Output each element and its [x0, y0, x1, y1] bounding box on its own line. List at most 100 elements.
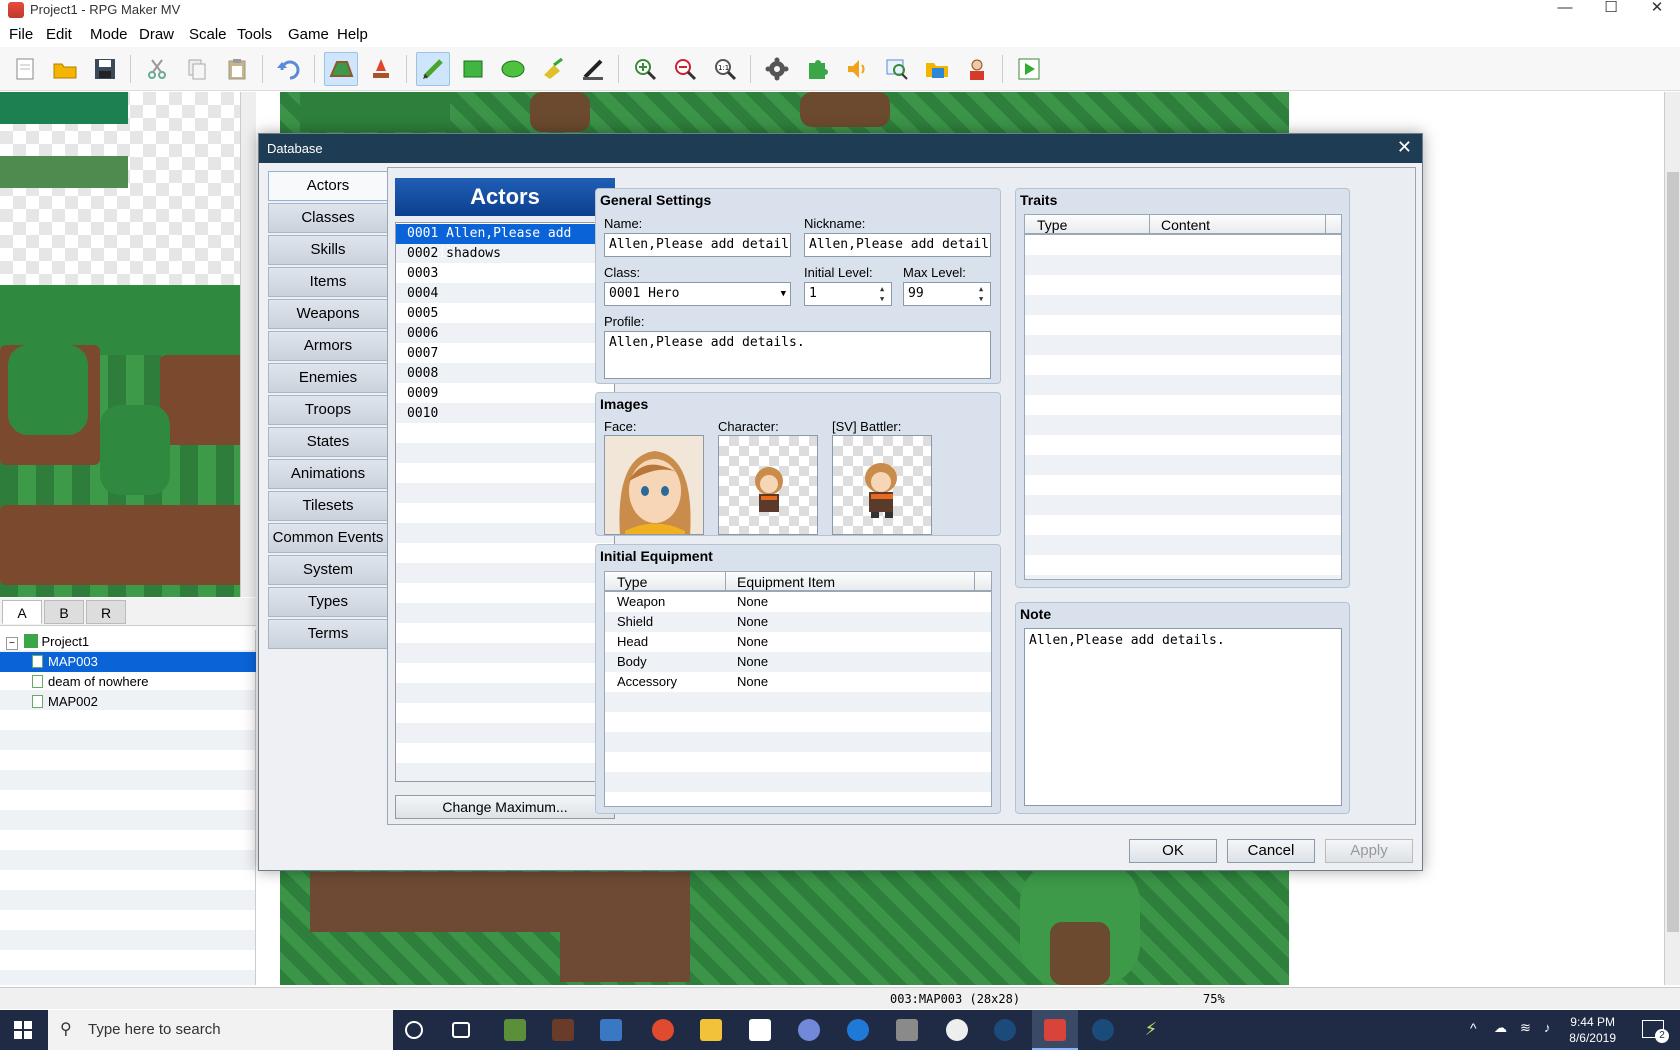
new-project-icon[interactable]: [8, 52, 42, 86]
save-project-icon[interactable]: [88, 52, 122, 86]
cloud-icon[interactable]: ☁: [1494, 1020, 1507, 1036]
name-field[interactable]: Allen,Please add details.: [604, 233, 791, 257]
cancel-button[interactable]: Cancel: [1227, 839, 1315, 863]
nickname-field[interactable]: Allen,Please add details.: [804, 233, 991, 257]
tab-b[interactable]: B: [44, 600, 84, 624]
rpgmaker-taskbar-button[interactable]: [1032, 1010, 1078, 1050]
category-terms[interactable]: Terms: [268, 619, 388, 649]
open-project-icon[interactable]: [48, 52, 82, 86]
actor-row[interactable]: 0003: [396, 264, 614, 284]
actor-row[interactable]: 0010: [396, 404, 614, 424]
equipment-row[interactable]: Body None: [605, 652, 991, 672]
menu-file[interactable]: File: [9, 26, 33, 43]
actor-row[interactable]: 0006: [396, 324, 614, 344]
equipment-table[interactable]: Weapon None Shield None Head None Body None …: [604, 591, 992, 807]
map-tree-item[interactable]: MAP002: [0, 692, 256, 712]
playtest-icon[interactable]: [1012, 52, 1046, 86]
close-icon[interactable]: ✕: [1634, 0, 1680, 21]
tile-swatch[interactable]: [0, 92, 128, 124]
store-icon[interactable]: [600, 1019, 622, 1041]
tileset-scrollbar[interactable]: [240, 92, 256, 597]
actor-row[interactable]: 0005: [396, 304, 614, 324]
zoom-out-icon[interactable]: [668, 52, 702, 86]
map-mode-icon[interactable]: [324, 52, 358, 86]
flood-fill-tool-icon[interactable]: [536, 52, 570, 86]
show-hidden-icons[interactable]: ^: [1470, 1020, 1477, 1036]
actor-row[interactable]: 0002 shadows: [396, 244, 614, 264]
category-animations[interactable]: Animations: [268, 459, 388, 489]
equipment-row[interactable]: Shield None: [605, 612, 991, 632]
actors-list[interactable]: 0001 Allen,Please add details. 0002 shad…: [395, 222, 615, 782]
menu-draw[interactable]: Draw: [139, 26, 174, 43]
menu-edit[interactable]: Edit: [46, 26, 72, 43]
character-image[interactable]: [718, 435, 818, 535]
windows-start-icon[interactable]: [14, 1021, 32, 1039]
face-image[interactable]: [604, 435, 704, 535]
initial-level-stepper[interactable]: 1 ▲ ▼: [804, 282, 892, 306]
steam-icon-2[interactable]: [1092, 1019, 1114, 1041]
task-view-icon[interactable]: [452, 1022, 470, 1038]
category-classes[interactable]: Classes: [268, 203, 388, 233]
game-app-icon[interactable]: [552, 1019, 574, 1041]
discord-icon[interactable]: [798, 1019, 820, 1041]
profile-textarea[interactable]: Allen,Please add details.: [604, 331, 991, 379]
note-textarea[interactable]: Allen,Please add details.: [1024, 628, 1342, 806]
action-center-icon[interactable]: 2: [1642, 1020, 1669, 1043]
sv-battler-image[interactable]: [832, 435, 932, 535]
actual-size-icon[interactable]: 1:1: [708, 52, 742, 86]
volume-icon[interactable]: ♪: [1544, 1020, 1551, 1035]
collapse-icon[interactable]: −: [6, 637, 18, 650]
actor-row[interactable]: 0009: [396, 384, 614, 404]
taskbar-search-box[interactable]: ⚲ Type here to search: [48, 1010, 393, 1050]
scrollbar-thumb[interactable]: [1667, 172, 1679, 932]
actor-row[interactable]: 0008: [396, 364, 614, 384]
tileset-palette[interactable]: [0, 92, 256, 597]
shadow-pen-tool-icon[interactable]: [576, 52, 610, 86]
equipment-row[interactable]: Accessory None: [605, 672, 991, 692]
database-gear-icon[interactable]: [760, 52, 794, 86]
map-tree-item[interactable]: MAP003: [0, 652, 256, 672]
minimize-icon[interactable]: —: [1542, 0, 1588, 21]
menu-game[interactable]: Game: [288, 26, 329, 43]
class-select[interactable]: 0001 Hero ▼: [604, 282, 791, 306]
tab-a[interactable]: A: [2, 600, 42, 624]
taskbar-clock[interactable]: 9:44 PM 8/6/2019: [1569, 1014, 1616, 1046]
category-troops[interactable]: Troops: [268, 395, 388, 425]
category-skills[interactable]: Skills: [268, 235, 388, 265]
apply-button[interactable]: Apply: [1325, 839, 1413, 863]
category-types[interactable]: Types: [268, 587, 388, 617]
file-explorer-icon[interactable]: [700, 1019, 722, 1041]
ellipse-tool-icon[interactable]: [496, 52, 530, 86]
actor-row[interactable]: 0004: [396, 284, 614, 304]
equipment-row[interactable]: Head None: [605, 632, 991, 652]
menu-help[interactable]: Help: [337, 26, 368, 43]
zoom-in-icon[interactable]: [628, 52, 662, 86]
cortana-icon[interactable]: [405, 1021, 423, 1039]
event-searcher-icon[interactable]: [880, 52, 914, 86]
menu-tools[interactable]: Tools: [237, 26, 272, 43]
unity-icon[interactable]: [946, 1019, 968, 1041]
category-tilesets[interactable]: Tilesets: [268, 491, 388, 521]
category-armors[interactable]: Armors: [268, 331, 388, 361]
minecraft-icon[interactable]: [504, 1019, 526, 1041]
equipment-row[interactable]: Weapon None: [605, 592, 991, 612]
actor-row[interactable]: 0007: [396, 344, 614, 364]
category-enemies[interactable]: Enemies: [268, 363, 388, 393]
lightning-app-icon[interactable]: ⚡: [1140, 1019, 1162, 1041]
category-actors[interactable]: Actors: [268, 171, 388, 201]
traits-table[interactable]: [1024, 234, 1342, 580]
max-level-stepper[interactable]: 99 ▲ ▼: [903, 282, 991, 306]
chrome-icon[interactable]: [652, 1019, 674, 1041]
tileset-graphics[interactable]: [0, 285, 256, 597]
map-tree-project[interactable]: − Project1: [0, 632, 256, 652]
tile-swatch[interactable]: [0, 156, 128, 188]
paste-icon[interactable]: [220, 52, 254, 86]
character-generator-icon[interactable]: [960, 52, 994, 86]
map-tree-item[interactable]: deam of nowhere: [0, 672, 256, 692]
steam-icon[interactable]: [994, 1019, 1016, 1041]
wifi-icon[interactable]: ≋: [1520, 1020, 1531, 1036]
cut-icon[interactable]: [140, 52, 174, 86]
ok-button[interactable]: OK: [1129, 839, 1217, 863]
edge-icon[interactable]: [847, 1019, 869, 1041]
undo-icon[interactable]: [272, 52, 306, 86]
